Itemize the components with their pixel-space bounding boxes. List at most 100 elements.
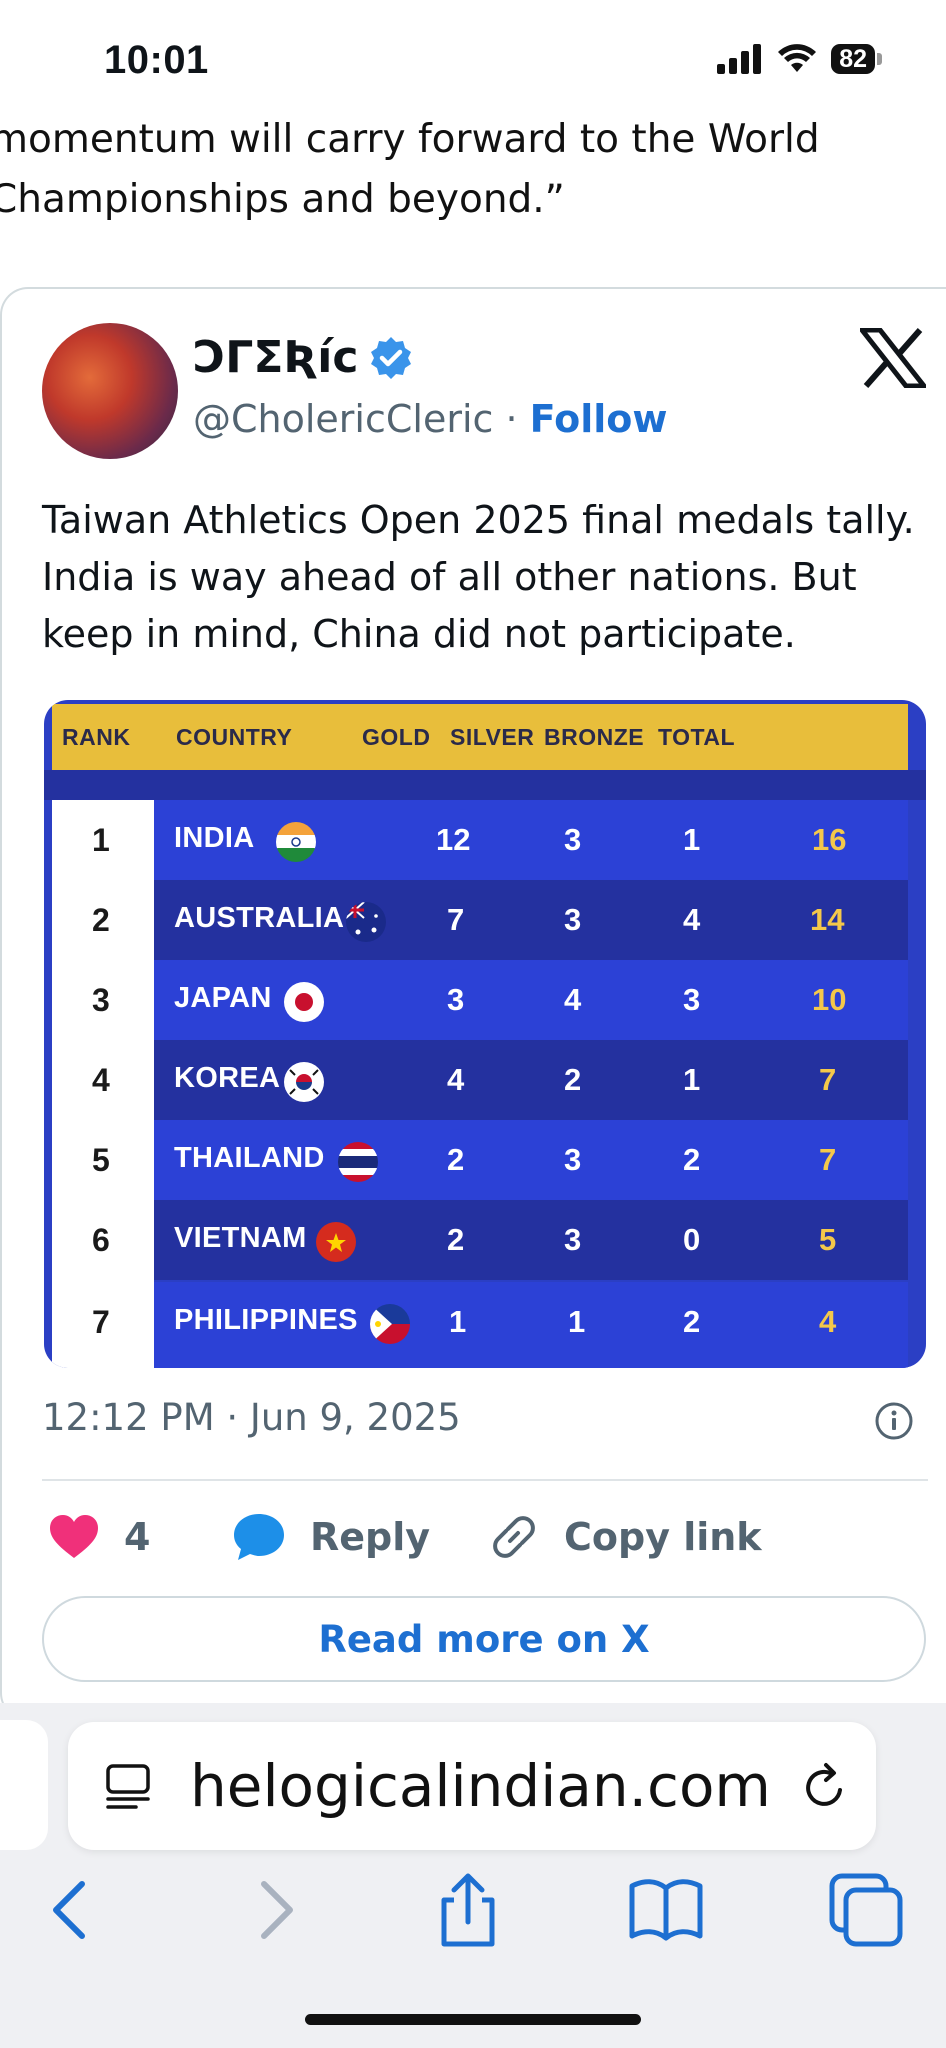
read-more-button[interactable]: Read more on X	[42, 1596, 926, 1682]
row-total: 4	[819, 1304, 837, 1339]
status-time: 10:01	[104, 38, 209, 82]
row-total: 16	[812, 822, 847, 857]
browser-toolbar	[0, 1870, 946, 1950]
row-gold: 7	[447, 902, 465, 937]
wifi-icon	[778, 44, 817, 72]
row-silver: 3	[564, 1222, 582, 1257]
page-menu-icon[interactable]	[104, 1762, 154, 1812]
row-bronze: 1	[683, 1062, 701, 1097]
row-silver: 3	[564, 1142, 582, 1177]
row-silver: 2	[564, 1062, 582, 1097]
flag-india-icon	[276, 822, 316, 862]
copy-link-label: Copy link	[564, 1515, 762, 1559]
medal-row: 4 KOREA 4 2 1 7	[44, 1040, 926, 1120]
medal-row: 1 INDIA 12 3 1 16	[44, 800, 926, 880]
row-total: 10	[812, 982, 847, 1017]
home-indicator	[305, 2014, 641, 2025]
handle-line: @CholericCleric · Follow	[193, 397, 667, 441]
handle[interactable]: @CholericCleric	[193, 397, 493, 441]
copy-link-button[interactable]: Copy link	[488, 1505, 762, 1569]
address-url[interactable]: helogicalindian.com	[190, 1752, 771, 1820]
medal-row: 5 THAILAND 2 3 2 7	[44, 1120, 926, 1200]
header-silver: SILVER	[450, 724, 535, 750]
row-total: 14	[810, 902, 845, 937]
tweet-actions: 4 Reply Copy link	[42, 1505, 932, 1569]
header-rank: RANK	[62, 724, 131, 750]
verified-badge-icon	[371, 336, 412, 379]
row-silver: 3	[564, 822, 582, 857]
row-bronze: 1	[683, 822, 701, 857]
bookmarks-icon[interactable]	[626, 1870, 706, 1950]
row-country: AUSTRALIA	[174, 902, 345, 934]
avatar[interactable]	[42, 323, 178, 459]
row-bronze: 2	[683, 1304, 701, 1339]
header-gold: GOLD	[362, 724, 431, 750]
medal-table-image[interactable]: RANK COUNTRY GOLD SILVER BRONZE TOTAL 1 …	[44, 700, 926, 1368]
link-icon	[493, 1516, 535, 1558]
row-bronze: 3	[683, 982, 701, 1017]
row-country: THAILAND	[174, 1142, 325, 1174]
article-line-1: momentum will carry forward to the World	[0, 117, 820, 162]
header-country: COUNTRY	[176, 724, 293, 750]
row-total: 7	[819, 1142, 837, 1177]
row-silver: 1	[568, 1304, 586, 1339]
medal-row: 2 AUSTRALIA 7 3 4 14	[44, 880, 926, 960]
battery-indicator: 82	[831, 44, 882, 74]
row-total: 5	[819, 1222, 837, 1257]
battery-cap	[877, 53, 882, 65]
article-text: momentum will carry forward to the World…	[0, 110, 890, 230]
back-arrow-icon[interactable]	[32, 1870, 112, 1950]
share-icon[interactable]	[428, 1870, 508, 1950]
row-rank: 2	[92, 902, 110, 938]
display-name[interactable]: ƆΓΣƦíc	[193, 332, 358, 383]
row-gold: 12	[436, 822, 471, 857]
tabs-icon[interactable]	[826, 1870, 906, 1950]
follow-button[interactable]: Follow	[530, 397, 668, 441]
article-line-2: Championships and beyond.”	[0, 177, 565, 222]
header-bronze: BRONZE	[544, 724, 645, 750]
reply-label: Reply	[310, 1515, 431, 1559]
row-bronze: 0	[683, 1222, 701, 1257]
flag-japan-icon	[284, 982, 324, 1022]
x-logo-icon[interactable]	[860, 328, 926, 388]
header-total: TOTAL	[658, 724, 736, 750]
tweet-timestamp[interactable]: 12:12 PM · Jun 9, 2025	[42, 1396, 461, 1439]
tweet-text: Taiwan Athletics Open 2025 final medals …	[42, 498, 915, 656]
info-icon[interactable]	[874, 1401, 914, 1441]
row-total: 7	[819, 1062, 837, 1097]
reload-icon[interactable]	[800, 1762, 850, 1814]
address-bar[interactable]: helogicalindian.com	[68, 1722, 876, 1850]
row-silver: 4	[564, 982, 582, 1017]
divider	[42, 1479, 928, 1481]
row-gold: 2	[447, 1222, 465, 1257]
row-gold: 2	[447, 1142, 465, 1177]
flag-vietnam-icon	[316, 1222, 356, 1262]
battery-level: 82	[831, 44, 875, 74]
row-silver: 3	[564, 902, 582, 937]
flag-australia-icon	[346, 902, 386, 942]
previous-tab-peek[interactable]	[0, 1720, 48, 1850]
display-name-row[interactable]: ƆΓΣƦíc	[193, 332, 414, 383]
like-button[interactable]: 4	[48, 1505, 150, 1569]
row-rank: 1	[92, 822, 110, 858]
heart-icon	[50, 1515, 98, 1558]
flag-thailand-icon	[338, 1142, 378, 1182]
row-bronze: 4	[683, 902, 701, 937]
status-icons: 82	[717, 44, 882, 74]
row-rank: 3	[92, 982, 110, 1018]
row-country: KOREA	[174, 1062, 281, 1094]
flag-korea-icon	[284, 1062, 324, 1102]
row-rank: 5	[92, 1142, 110, 1178]
row-country: INDIA	[174, 822, 255, 854]
handle-separator: ·	[493, 397, 530, 441]
forward-arrow-icon[interactable]	[234, 1870, 314, 1950]
row-country: VIETNAM	[174, 1222, 307, 1254]
reply-button[interactable]: Reply	[232, 1505, 430, 1569]
medal-row: 6 VIETNAM 2 3 0 5	[44, 1200, 926, 1280]
like-count: 4	[124, 1515, 151, 1559]
row-bronze: 2	[683, 1142, 701, 1177]
row-rank: 6	[92, 1222, 110, 1258]
row-country: JAPAN	[174, 982, 272, 1014]
row-rank: 4	[92, 1062, 110, 1098]
status-bar: 10:01 82	[0, 0, 946, 120]
